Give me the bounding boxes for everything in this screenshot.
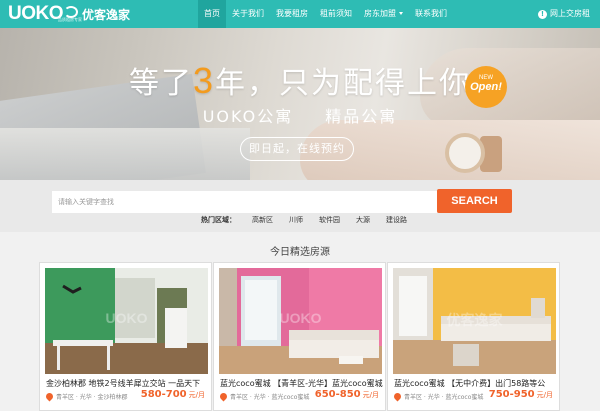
listing-location-text: 青羊区 · 光华 · 金沙柏林郡: [56, 394, 128, 401]
listing-price: 650-850 元/月: [315, 389, 379, 400]
hero-headline-post: 年，只为配得上你: [215, 66, 472, 101]
logo-subtitle: 品质租房专家: [58, 17, 82, 22]
listing-price-value: 580-700: [140, 389, 187, 400]
top-nav: UOKO 优客逸家 品质租房专家 首页 关于我们 我要租房 租前须知 房东加盟 …: [0, 0, 600, 28]
menu-item-landlord[interactable]: 房东加盟: [358, 0, 409, 28]
listing-location: 青羊区 · 光华 · 金沙柏林郡: [44, 391, 128, 402]
hot-areas-label: 热门区域：: [201, 216, 236, 224]
hot-area-link[interactable]: 软件园: [319, 215, 340, 225]
listing-watermark: UOKO: [105, 310, 148, 326]
listing-watermark: UOKO: [279, 310, 322, 326]
search-input[interactable]: 请输入关键字查找: [52, 191, 437, 213]
pay-rent-online-link[interactable]: ! 网上交房租: [538, 0, 590, 28]
menu-item-notice[interactable]: 租前须知: [314, 0, 358, 28]
chevron-down-icon: [399, 12, 403, 15]
info-icon: !: [538, 9, 547, 19]
listing-price: 750-950 元/月: [489, 389, 553, 400]
badge-line2: Open!: [470, 81, 502, 93]
listing-price: 580-700 元/月: [141, 389, 205, 400]
book-online-button[interactable]: 即日起，在线预约: [240, 137, 354, 161]
location-pin-icon: [44, 391, 55, 402]
menu-item-contact[interactable]: 联系我们: [409, 0, 453, 28]
listing-location: 青羊区 · 光华 · 蓝光coco蜜城: [392, 391, 484, 402]
featured-listings-title: 今日精选房源: [270, 247, 330, 258]
new-open-badge: NEW Open!: [465, 66, 507, 108]
tagline-right: 精品公寓: [325, 107, 398, 126]
listing-card[interactable]: UOKO 金沙柏林郡 地铁2号线羊犀立交站 一品天下 青羊区 · 光华 · 金沙…: [39, 262, 212, 411]
listing-title[interactable]: 金沙柏林郡 地铁2号线羊犀立交站 一品天下: [46, 378, 211, 389]
listing-title[interactable]: 蓝光coco蜜城 【无中介费】出门58路等公: [394, 378, 559, 389]
hot-areas: 热门区域： 高新区 川师 软件园 大源 建设路: [201, 215, 407, 225]
listing-location-text: 青羊区 · 光华 · 蓝光coco蜜城: [230, 394, 310, 401]
listing-photo[interactable]: 优客逸家: [393, 268, 556, 374]
hero-tagline: UOKO公寓 精品公寓: [0, 103, 600, 127]
watch-shape: [445, 133, 485, 173]
search-area: 请输入关键字查找 SEARCH 热门区域： 高新区 川师 软件园 大源 建设路: [0, 180, 600, 232]
location-pin-icon: [392, 391, 403, 402]
listing-photo[interactable]: UOKO: [219, 268, 382, 374]
hot-area-link[interactable]: 建设路: [386, 215, 407, 225]
logo-text-cn: 优客逸家: [82, 7, 131, 22]
listing-location-text: 青羊区 · 光华 · 蓝光coco蜜城: [404, 394, 484, 401]
listing-price-value: 650-850: [314, 389, 361, 400]
menu-item-home[interactable]: 首页: [198, 0, 226, 28]
main-menu: 首页 关于我们 我要租房 租前须知 房东加盟 联系我们: [198, 0, 453, 28]
listing-card[interactable]: 优客逸家 蓝光coco蜜城 【无中介费】出门58路等公 青羊区 · 光华 · 蓝…: [387, 262, 560, 411]
tagline-left: UOKO公寓: [202, 107, 294, 126]
listing-price-value: 750-950: [488, 389, 535, 400]
hero-headline: 等了3年，只为配得上你: [0, 58, 600, 102]
listing-watermark: 优客逸家: [446, 312, 503, 328]
hot-area-link[interactable]: 高新区: [252, 215, 273, 225]
hot-area-link[interactable]: 川师: [289, 215, 303, 225]
listing-price-unit: 元/月: [188, 391, 205, 399]
listing-price-unit: 元/月: [536, 391, 553, 399]
logo-text-en: UOKO: [8, 3, 64, 24]
hero-banner[interactable]: 等了3年，只为配得上你 NEW Open! UOKO公寓 精品公寓 即日起，在线预…: [0, 28, 600, 180]
hero-headline-pre: 等了: [128, 66, 193, 101]
hero-headline-number: 3: [192, 60, 216, 101]
hot-area-link[interactable]: 大源: [356, 215, 370, 225]
listing-title[interactable]: 蓝光coco蜜城 【青羊区-光华】蓝光coco蜜城: [220, 378, 385, 389]
menu-item-landlord-label: 房东加盟: [364, 9, 396, 18]
listing-location: 青羊区 · 光华 · 蓝光coco蜜城: [218, 391, 310, 402]
listing-card[interactable]: UOKO 蓝光coco蜜城 【青羊区-光华】蓝光coco蜜城 青羊区 · 光华 …: [213, 262, 386, 411]
search-button[interactable]: SEARCH: [437, 189, 512, 213]
hero-keyboard-shape: [0, 128, 250, 180]
pay-rent-online-label: 网上交房租: [550, 9, 590, 18]
location-pin-icon: [218, 391, 229, 402]
listing-photo[interactable]: UOKO: [45, 268, 208, 374]
listing-price-unit: 元/月: [362, 391, 379, 399]
menu-item-about[interactable]: 关于我们: [226, 0, 270, 28]
menu-item-rent[interactable]: 我要租房: [270, 0, 314, 28]
